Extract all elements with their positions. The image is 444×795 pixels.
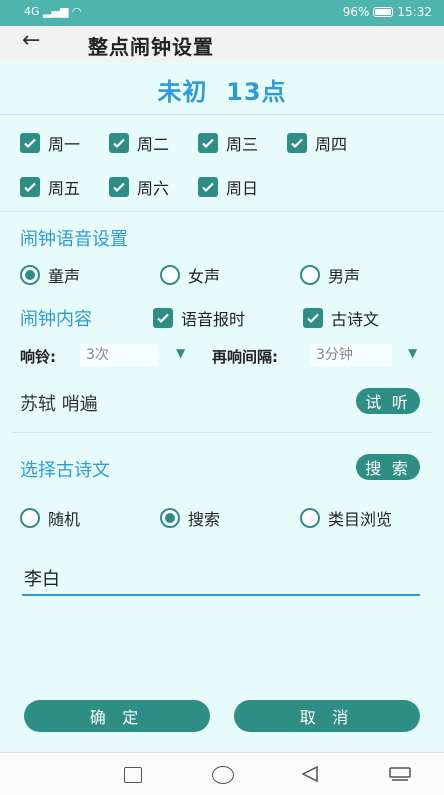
signal-icon: 4G ▂▄▆ ◠ bbox=[24, 5, 82, 18]
day-label: 周一 bbox=[48, 135, 81, 154]
voice-radio-female[interactable]: 女声 bbox=[160, 263, 220, 287]
day-checkbox-wed[interactable]: 周三 bbox=[198, 131, 258, 155]
day-checkbox-thu[interactable]: 周四 bbox=[287, 131, 347, 155]
day-label: 周六 bbox=[137, 179, 170, 198]
checkbox-label: 语音报时 bbox=[181, 310, 246, 329]
radio-unselected-icon bbox=[300, 265, 320, 285]
dropdown-arrow-icon[interactable]: ▼ bbox=[176, 346, 185, 360]
ring-count-label: 响铃: bbox=[20, 348, 56, 366]
status-right: 96% 15:32 bbox=[343, 5, 432, 19]
clock: 15:32 bbox=[397, 5, 432, 19]
poem-search-input[interactable]: 李白 bbox=[22, 566, 420, 596]
ring-count-select[interactable]: 3次 bbox=[80, 344, 158, 366]
checkbox-checked-icon bbox=[109, 177, 129, 197]
system-nav-bar bbox=[0, 752, 444, 795]
choose-section-title: 选择古诗文 bbox=[20, 460, 110, 481]
radio-label: 男声 bbox=[328, 267, 361, 286]
divider bbox=[0, 114, 444, 115]
ring-interval-label: 再响间隔: bbox=[212, 348, 278, 366]
day-label: 周二 bbox=[137, 135, 170, 154]
page-title: 整点闹钟设置 bbox=[88, 35, 214, 59]
radio-selected-icon bbox=[20, 265, 40, 285]
voice-section-title: 闹钟语音设置 bbox=[20, 229, 128, 250]
signal-text: 4G bbox=[24, 5, 40, 18]
radio-label: 搜索 bbox=[188, 510, 221, 529]
divider bbox=[12, 432, 432, 433]
battery-percent: 96% bbox=[342, 5, 370, 19]
current-poem: 苏轼 哨遍 bbox=[20, 394, 98, 415]
day-checkbox-tue[interactable]: 周二 bbox=[109, 131, 169, 155]
radio-label: 随机 bbox=[48, 510, 81, 529]
checkbox-label: 古诗文 bbox=[331, 310, 380, 329]
status-bar: 4G ▂▄▆ ◠ 96% 15:32 bbox=[0, 0, 444, 26]
day-label: 周五 bbox=[48, 179, 81, 198]
checkbox-checked-icon bbox=[198, 177, 218, 197]
day-checkbox-mon[interactable]: 周一 bbox=[20, 131, 80, 155]
cancel-button[interactable]: 取 消 bbox=[234, 700, 420, 732]
keyboard-icon[interactable] bbox=[388, 766, 412, 782]
choose-radio-category[interactable]: 类目浏览 bbox=[300, 506, 392, 530]
day-label: 周四 bbox=[315, 135, 348, 154]
preview-button[interactable]: 试 听 bbox=[356, 388, 420, 414]
checkbox-checked-icon bbox=[153, 308, 173, 328]
content-checkbox-time[interactable]: 语音报时 bbox=[153, 306, 245, 330]
radio-selected-icon bbox=[160, 508, 180, 528]
day-checkbox-sun[interactable]: 周日 bbox=[198, 175, 258, 199]
choose-radio-search[interactable]: 搜索 bbox=[160, 506, 220, 530]
ring-interval-select[interactable]: 3分钟 bbox=[310, 344, 392, 366]
checkbox-checked-icon bbox=[109, 133, 129, 153]
content-checkbox-poem[interactable]: 古诗文 bbox=[303, 306, 379, 330]
checkbox-checked-icon bbox=[303, 308, 323, 328]
checkbox-checked-icon bbox=[198, 133, 218, 153]
radio-label: 童声 bbox=[48, 267, 81, 286]
day-checkbox-sat[interactable]: 周六 bbox=[109, 175, 169, 199]
battery-icon bbox=[373, 7, 394, 17]
recents-square-icon[interactable] bbox=[124, 767, 142, 783]
dropdown-arrow-icon[interactable]: ▼ bbox=[408, 346, 417, 360]
content-section-title: 闹钟内容 bbox=[20, 309, 92, 330]
search-button[interactable]: 搜 索 bbox=[356, 454, 420, 480]
radio-unselected-icon bbox=[20, 508, 40, 528]
back-arrow-icon[interactable]: ← bbox=[22, 28, 40, 53]
radio-label: 类目浏览 bbox=[328, 510, 393, 529]
checkbox-checked-icon bbox=[287, 133, 307, 153]
hour-title: 未初 13点 bbox=[157, 78, 287, 106]
checkbox-checked-icon bbox=[20, 133, 40, 153]
voice-radio-male[interactable]: 男声 bbox=[300, 263, 360, 287]
confirm-button[interactable]: 确 定 bbox=[24, 700, 210, 732]
day-label: 周日 bbox=[226, 179, 259, 198]
home-circle-icon[interactable] bbox=[212, 766, 234, 784]
back-triangle-icon[interactable] bbox=[300, 765, 320, 783]
app-header: ← 整点闹钟设置 bbox=[0, 26, 444, 62]
day-checkbox-fri[interactable]: 周五 bbox=[20, 175, 80, 199]
radio-unselected-icon bbox=[300, 508, 320, 528]
radio-unselected-icon bbox=[160, 265, 180, 285]
checkbox-checked-icon bbox=[20, 177, 40, 197]
divider bbox=[0, 211, 444, 212]
choose-radio-random[interactable]: 随机 bbox=[20, 506, 80, 530]
radio-label: 女声 bbox=[188, 267, 221, 286]
day-label: 周三 bbox=[226, 135, 259, 154]
voice-radio-child[interactable]: 童声 bbox=[20, 263, 80, 287]
